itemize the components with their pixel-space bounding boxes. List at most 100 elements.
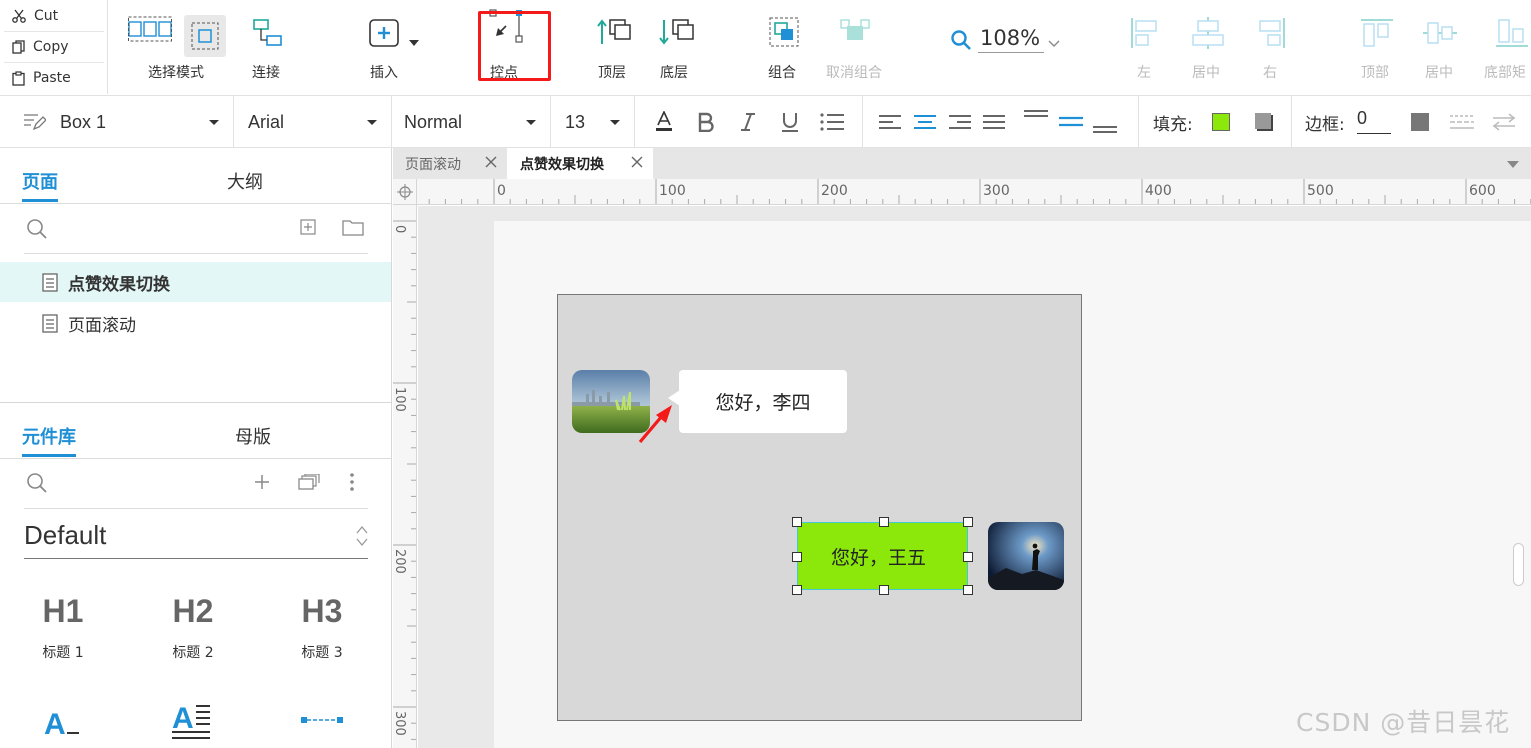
- more-vertical-icon[interactable]: [350, 473, 354, 491]
- cut-button[interactable]: Cut: [12, 1, 58, 31]
- resize-handle[interactable]: [792, 585, 802, 595]
- search-icon[interactable]: [26, 472, 48, 494]
- tab-masters[interactable]: 母版: [235, 423, 271, 449]
- resize-handle[interactable]: [963, 552, 973, 562]
- send-to-back-button[interactable]: 底层: [656, 0, 696, 94]
- group-label: 组合: [768, 65, 796, 81]
- arrow-style-button[interactable]: [1490, 108, 1518, 136]
- widget-h1[interactable]: H1 标题 1: [13, 593, 113, 662]
- add-folder-icon[interactable]: [342, 219, 364, 236]
- align-text-center-button[interactable]: [911, 108, 939, 136]
- widget-paragraph[interactable]: A: [143, 700, 243, 746]
- line-style-icon: [1450, 115, 1474, 129]
- group-button[interactable]: 组合: [764, 0, 804, 94]
- align-left-label: 左: [1137, 65, 1151, 81]
- border-color-chip: [1411, 113, 1429, 131]
- close-icon[interactable]: [485, 156, 497, 168]
- left-panel: 页面 大纲 点赞效果切换 页面滚动 元件库 母版 Default H1 标题 1…: [0, 148, 392, 748]
- align-middle-button[interactable]: 居中: [1420, 0, 1462, 94]
- justify-text-button[interactable]: [980, 108, 1008, 136]
- line-style-button[interactable]: [1448, 108, 1476, 136]
- valign-bottom-button[interactable]: [1091, 114, 1119, 142]
- insert-button[interactable]: 插入: [364, 0, 424, 94]
- resize-handle[interactable]: [963, 517, 973, 527]
- tabs-menu-caret-icon[interactable]: [1507, 161, 1519, 168]
- cut-label: Cut: [34, 8, 59, 24]
- valign-top-button[interactable]: [1022, 102, 1050, 130]
- fill-color-swatch[interactable]: [1207, 108, 1235, 136]
- ruler-corner[interactable]: [393, 179, 417, 205]
- plus-box-icon: [369, 19, 399, 47]
- ruler-label: 0: [393, 225, 407, 234]
- connect-button[interactable]: 连接: [248, 0, 288, 94]
- doc-tab-scroll[interactable]: 页面滚动: [393, 148, 507, 179]
- element-name-select[interactable]: Box 1: [0, 96, 234, 148]
- text-color-button[interactable]: [650, 108, 678, 136]
- align-right-button[interactable]: 右: [1251, 0, 1291, 94]
- border-color-button[interactable]: [1406, 108, 1434, 136]
- border-width-input[interactable]: 0: [1357, 108, 1391, 134]
- paste-button[interactable]: Paste: [12, 63, 71, 93]
- divider: [1138, 96, 1139, 148]
- avatar-person-sunset[interactable]: [988, 522, 1064, 590]
- doc-tab-like-toggle[interactable]: 点赞效果切换: [507, 148, 653, 179]
- resize-handle[interactable]: [879, 517, 889, 527]
- widget-text-label[interactable]: A: [13, 704, 113, 744]
- add-page-icon[interactable]: [300, 219, 316, 235]
- library-select[interactable]: Default: [24, 513, 368, 559]
- copy-button[interactable]: Copy: [12, 32, 69, 62]
- chat-bubble-right-box1[interactable]: 您好，王五: [797, 522, 968, 590]
- ungroup-button[interactable]: 取消组合: [823, 0, 889, 94]
- bold-button[interactable]: [692, 108, 720, 136]
- bring-to-front-button[interactable]: 顶层: [594, 0, 634, 94]
- align-middle-icon: [1423, 22, 1457, 44]
- control-point-button[interactable]: 控点: [484, 0, 546, 94]
- underline-button[interactable]: [776, 108, 804, 136]
- select-contain-toggle[interactable]: [184, 15, 226, 57]
- tab-pages[interactable]: 页面: [22, 168, 58, 202]
- select-intersect-icon: [128, 16, 172, 42]
- align-top-button[interactable]: 顶部: [1357, 0, 1399, 94]
- align-bottom-button[interactable]: 底部矩: [1484, 0, 1531, 94]
- page-icon: [42, 272, 58, 292]
- select-mode-button[interactable]: 选择模式: [120, 0, 238, 94]
- resize-handle[interactable]: [792, 517, 802, 527]
- shadow-button[interactable]: [1250, 108, 1278, 136]
- plus-icon[interactable]: [254, 474, 270, 490]
- widget-h3[interactable]: H3 标题 3: [272, 593, 372, 662]
- resize-handle[interactable]: [963, 585, 973, 595]
- font-family-select[interactable]: Arial: [234, 96, 392, 148]
- widget-horizontal-line[interactable]: [272, 712, 372, 732]
- italic-button[interactable]: [734, 108, 762, 136]
- list-icon: [820, 113, 844, 131]
- page-item-scroll[interactable]: 页面滚动: [0, 303, 391, 343]
- chat-bubble-left[interactable]: 您好，李四: [679, 370, 847, 433]
- bold-icon: [698, 112, 714, 132]
- page-item-like-toggle[interactable]: 点赞效果切换: [0, 262, 391, 302]
- ruler-label: 300: [393, 711, 407, 736]
- close-icon[interactable]: [631, 156, 643, 168]
- align-text-right-button[interactable]: [946, 108, 974, 136]
- chat-frame-rectangle[interactable]: [557, 294, 1082, 721]
- resize-handle[interactable]: [879, 585, 889, 595]
- paragraph-icon: A: [172, 702, 210, 739]
- chat-bubble-left-text: 您好，李四: [715, 392, 811, 414]
- align-center-button[interactable]: 居中: [1186, 0, 1230, 94]
- align-text-left-button[interactable]: [876, 108, 904, 136]
- ruler-label: 200: [393, 549, 407, 574]
- resize-handle[interactable]: [792, 552, 802, 562]
- valign-middle-button[interactable]: [1057, 108, 1085, 136]
- widget-h2[interactable]: H2 标题 2: [143, 593, 243, 662]
- vertical-scrollbar-thumb[interactable]: [1513, 543, 1524, 586]
- search-icon[interactable]: [26, 218, 48, 240]
- align-left-button[interactable]: 左: [1125, 0, 1165, 94]
- font-size-select[interactable]: 13: [551, 96, 635, 148]
- tab-outline[interactable]: 大纲: [227, 168, 263, 194]
- bullet-list-button[interactable]: [818, 108, 846, 136]
- zoom-control[interactable]: 108%: [950, 26, 1060, 53]
- stack-icon[interactable]: [298, 474, 320, 490]
- font-weight-select[interactable]: Normal: [392, 96, 551, 148]
- tab-library[interactable]: 元件库: [22, 423, 76, 457]
- widget-label: 标题 1: [42, 645, 84, 661]
- edit-icon: [24, 114, 46, 131]
